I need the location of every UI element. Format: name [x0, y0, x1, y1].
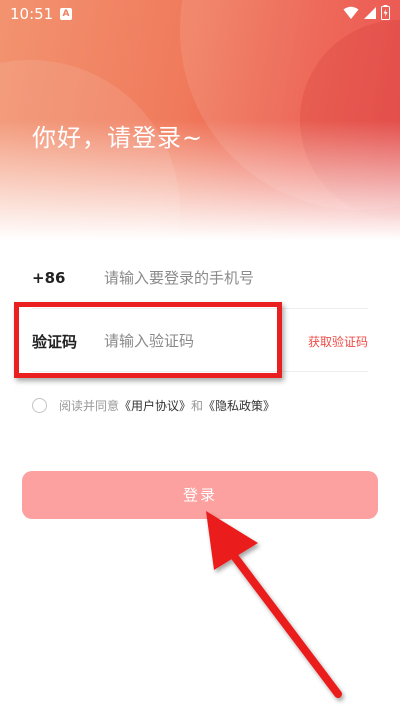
wifi-icon	[343, 6, 359, 19]
status-icons	[343, 5, 390, 20]
agreement-row: 阅读并同意 《用户协议》 和 《隐私政策》	[32, 397, 275, 414]
user-agreement-link[interactable]: 《用户协议》	[119, 397, 191, 414]
notification-app-icon: A	[60, 8, 72, 20]
code-row: 验证码 获取验证码	[32, 311, 368, 372]
signal-icon	[364, 6, 376, 19]
login-button[interactable]: 登录	[22, 471, 378, 519]
status-time: 10:51	[10, 5, 54, 23]
agree-checkbox[interactable]	[32, 398, 47, 413]
page-title: 你好，请登录~	[32, 124, 204, 152]
phone-input[interactable]	[104, 269, 368, 287]
code-label: 验证码	[32, 332, 78, 351]
privacy-policy-link[interactable]: 《隐私政策》	[203, 397, 275, 414]
country-code[interactable]: +86	[32, 269, 104, 287]
code-input[interactable]	[104, 332, 308, 350]
get-code-button[interactable]: 获取验证码	[308, 333, 368, 350]
status-bar: 10:51 A	[0, 0, 400, 28]
agreement-prefix: 阅读并同意	[59, 399, 120, 413]
phone-row: +86	[32, 248, 368, 309]
battery-icon	[381, 5, 390, 20]
agreement-and: 和	[191, 399, 204, 413]
